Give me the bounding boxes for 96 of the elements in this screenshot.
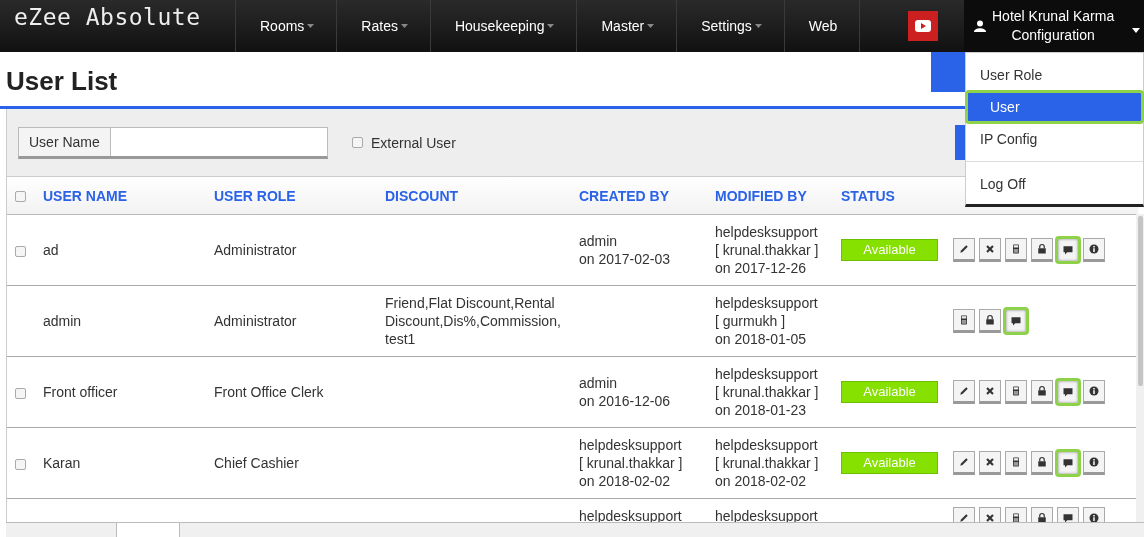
- pencil-icon: [958, 456, 970, 468]
- table-cell-text: helpdesksupport [ krunal.thakkar ] on 2018-02-02: [715, 436, 820, 490]
- scrollbar-thumb[interactable]: [1138, 216, 1143, 386]
- row-checkbox[interactable]: [15, 458, 26, 470]
- column-header[interactable]: STATUS: [841, 187, 895, 204]
- video-play-icon[interactable]: [908, 11, 938, 41]
- action-button[interactable]: [1031, 451, 1053, 475]
- nav-menu-item[interactable]: Rooms: [236, 0, 338, 52]
- action-button[interactable]: [1083, 380, 1105, 404]
- action-button[interactable]: [1031, 380, 1053, 404]
- status-badge: Available: [841, 381, 938, 403]
- nav-menu-item[interactable]: Web: [784, 0, 861, 52]
- x-icon: [984, 385, 996, 397]
- column-header[interactable]: CREATED BY: [579, 187, 669, 204]
- action-button[interactable]: [1055, 449, 1081, 477]
- action-button[interactable]: [953, 238, 975, 262]
- speech-bubble-icon: [1062, 512, 1074, 523]
- x-icon: [984, 456, 996, 468]
- nav-menu-item[interactable]: Master: [577, 0, 678, 52]
- pencil-icon: [958, 243, 970, 255]
- nav-menu-item[interactable]: Settings: [677, 0, 785, 52]
- table-cell-text: helpdesksupport: [715, 507, 819, 523]
- calculator-icon: [958, 314, 970, 326]
- table-cell-text: helpdesksupport [ krunal.thakkar ] on 2017-12-26: [715, 223, 820, 277]
- user-name-field[interactable]: User Name: [18, 126, 328, 159]
- action-button[interactable]: [1055, 236, 1081, 264]
- caret-icon: [1132, 28, 1140, 33]
- action-button[interactable]: [1055, 378, 1081, 406]
- status-badge: Available: [841, 452, 938, 474]
- speech-bubble-icon: [1062, 244, 1074, 256]
- info-icon: [1088, 243, 1100, 255]
- table-cell: Front officer: [43, 384, 118, 400]
- table-cell-text: helpdesksupport [ gurmukh ] on 2018-01-05: [715, 294, 819, 348]
- user-icon: [974, 20, 986, 32]
- table-cell: ad: [43, 242, 59, 258]
- page-title: User List: [6, 66, 118, 97]
- action-button[interactable]: [1003, 307, 1029, 335]
- row-checkbox[interactable]: [15, 245, 26, 257]
- action-button[interactable]: [1083, 451, 1105, 475]
- lock-icon: [1036, 385, 1048, 397]
- table-cell: Front Office Clerk: [214, 384, 324, 400]
- action-button[interactable]: [979, 451, 1001, 475]
- column-header[interactable]: MODIFIED BY: [715, 187, 807, 204]
- nav-menu-item[interactable]: Rates: [337, 0, 431, 52]
- speech-bubble-icon: [1010, 315, 1022, 327]
- action-button[interactable]: [1083, 238, 1105, 262]
- action-button[interactable]: [953, 451, 975, 475]
- table-cell-text: helpdesksupport: [579, 507, 683, 523]
- action-button[interactable]: [1005, 238, 1027, 262]
- lock-icon: [984, 314, 996, 326]
- column-header[interactable]: USER ROLE: [214, 187, 296, 204]
- table-cell: Friend,Flat Discount,Rental Discount,Dis%,Commission, test1: [385, 295, 561, 347]
- calculator-icon: [1010, 243, 1022, 255]
- calculator-icon: [1010, 456, 1022, 468]
- speech-bubble-icon: [1062, 457, 1074, 469]
- action-button[interactable]: [979, 380, 1001, 404]
- action-button[interactable]: [979, 309, 1001, 333]
- action-button[interactable]: [979, 238, 1001, 262]
- action-button[interactable]: [1005, 380, 1027, 404]
- x-icon: [984, 243, 996, 255]
- info-icon: [1088, 456, 1100, 468]
- action-button[interactable]: [953, 309, 975, 333]
- table-cell: Chief Cashier: [214, 455, 299, 471]
- menu-item[interactable]: IP Config: [966, 123, 1143, 155]
- table-cell: Administrator: [214, 313, 297, 329]
- column-header[interactable]: USER NAME: [43, 187, 127, 204]
- pencil-icon: [958, 385, 970, 397]
- x-icon: [984, 512, 996, 523]
- checkbox-label: External User: [371, 134, 456, 151]
- row-checkbox[interactable]: [15, 387, 26, 399]
- menu-item[interactable]: Log Off: [966, 168, 1143, 200]
- table-cell-text: admin on 2017-02-03: [579, 232, 672, 268]
- action-button[interactable]: [1005, 451, 1027, 475]
- menu-item[interactable]: User: [966, 91, 1143, 123]
- table-cell: Karan: [43, 455, 81, 471]
- column-header[interactable]: DISCOUNT: [385, 187, 459, 204]
- action-button[interactable]: [1031, 238, 1053, 262]
- info-icon: [1088, 385, 1100, 397]
- table-cell-text: admin on 2016-12-06: [579, 374, 672, 410]
- lock-icon: [1036, 456, 1048, 468]
- calculator-icon: [1010, 385, 1022, 397]
- status-badge: Available: [841, 239, 938, 261]
- lock-icon: [1036, 512, 1048, 523]
- table-cell: admin: [43, 313, 82, 329]
- lock-icon: [1036, 243, 1048, 255]
- table-cell-text: helpdesksupport [ krunal.thakkar ] on 2018-01-23: [715, 365, 820, 419]
- speech-bubble-icon: [1062, 386, 1074, 398]
- info-icon: [1088, 512, 1100, 523]
- menu-item[interactable]: User Role: [966, 59, 1143, 91]
- table-cell: Administrator: [214, 242, 297, 258]
- table-cell-text: helpdesksupport [ krunal.thakkar ] on 2018-02-02: [579, 436, 684, 490]
- brand-logo: eZee Absolute: [14, 4, 201, 30]
- select-all-checkbox[interactable]: [15, 191, 26, 203]
- action-button[interactable]: [953, 380, 975, 404]
- nav-menu-item[interactable]: Housekeeping: [430, 0, 578, 52]
- checkbox[interactable]: [352, 137, 363, 148]
